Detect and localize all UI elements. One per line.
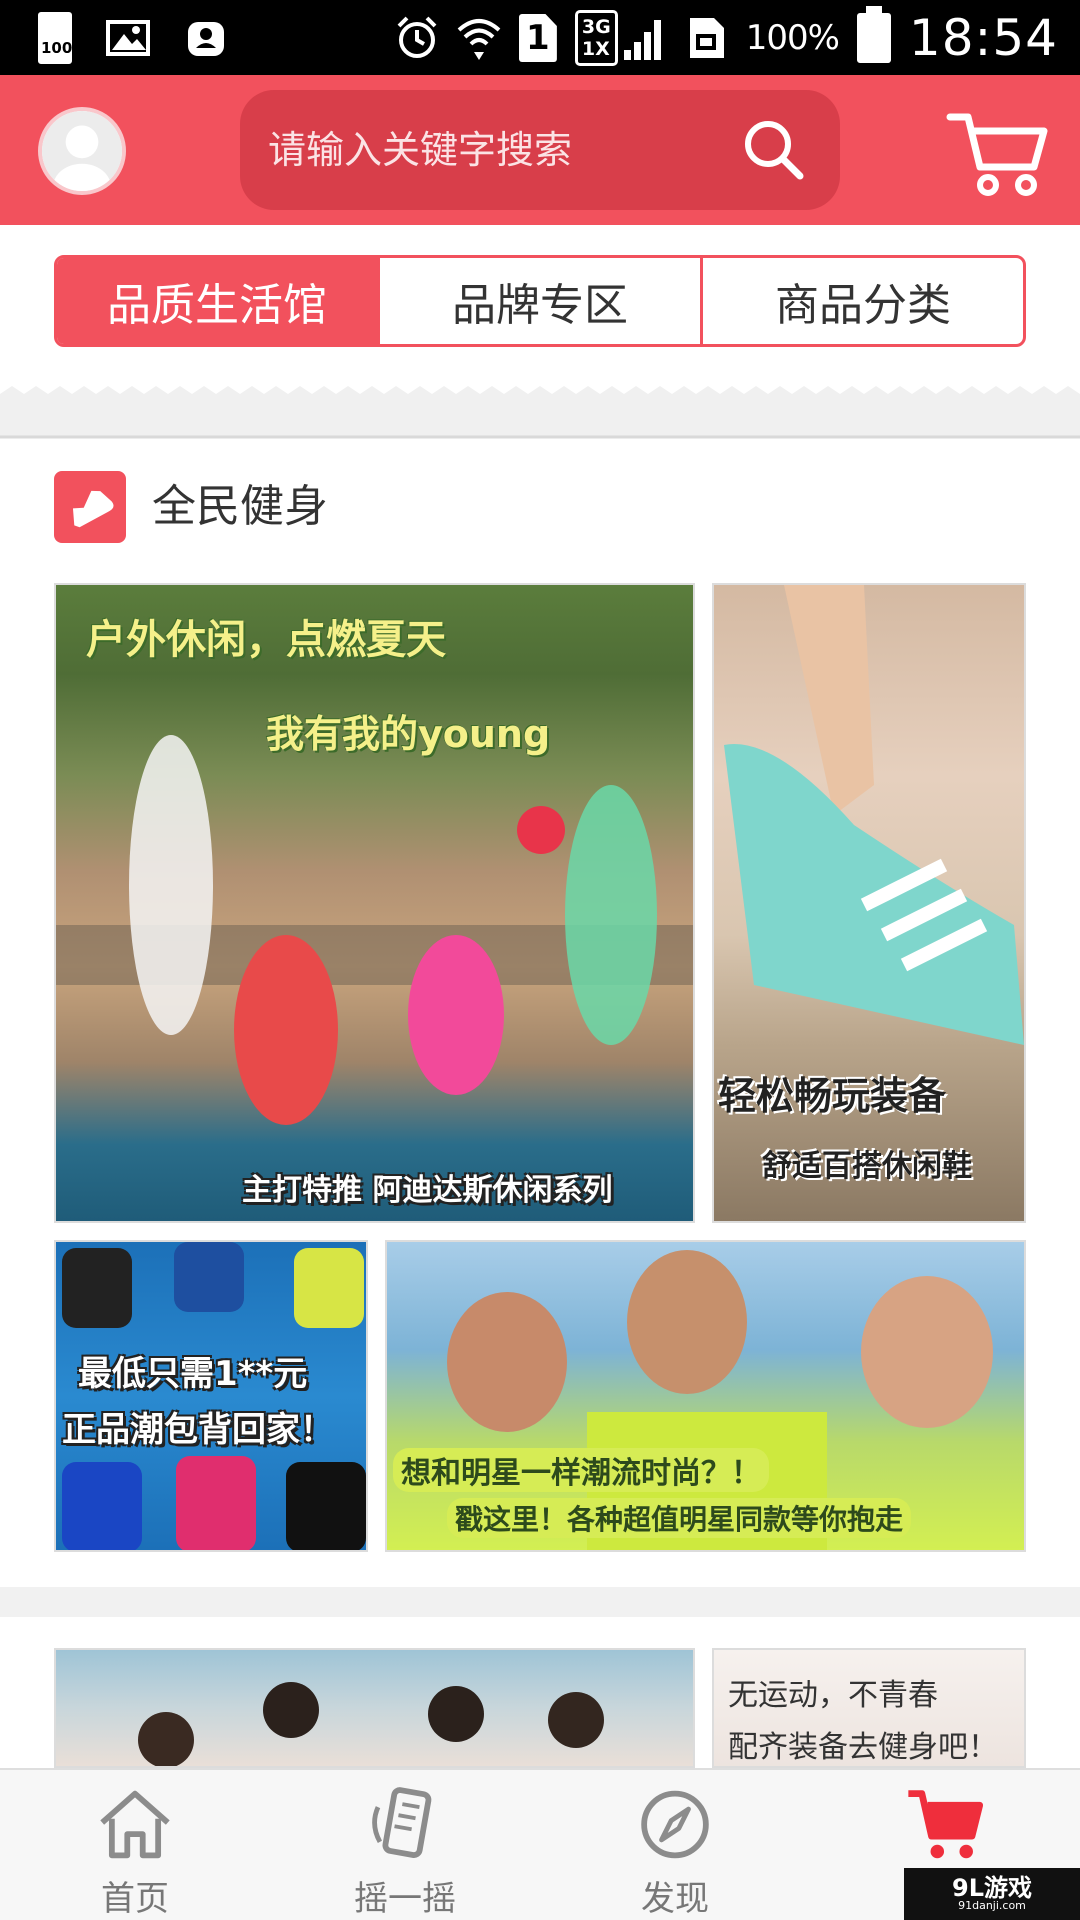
nav-item-home[interactable]: 首页	[0, 1770, 270, 1920]
home-icon	[100, 1790, 170, 1859]
zigzag-divider	[0, 380, 1080, 439]
nav-label: 摇一摇	[354, 1879, 456, 1919]
status-bar: 100 1 3G 1X 100% 18:54	[0, 0, 1080, 75]
site-watermark: 9L游戏 91danji.com	[904, 1868, 1080, 1920]
user-avatar[interactable]	[38, 107, 126, 195]
image-notification-icon	[106, 20, 150, 56]
nav-item-discover[interactable]: 发现	[540, 1770, 810, 1920]
wifi-icon	[457, 19, 501, 60]
promo-photo-backpacks	[62, 1242, 366, 1550]
nav-label: 首页	[101, 1879, 169, 1919]
watermark-url: 91danji.com	[958, 1899, 1026, 1912]
network-type-top: 3G	[581, 16, 611, 38]
promo-tile-fitness-slogan[interactable]: 无运动，不青春 配齐装备去健身吧！	[712, 1648, 1026, 1768]
search-icon[interactable]	[738, 114, 810, 186]
promo-caption-headline: 户外休闲，点燃夏天	[86, 617, 446, 663]
watermark-brand: 9L游戏	[952, 1874, 1032, 1902]
nav-item-shake[interactable]: 摇一摇	[270, 1770, 540, 1920]
promo-photo-fitness-group	[138, 1682, 604, 1766]
network-type-bottom: 1X	[581, 38, 610, 60]
app-notification-icon	[188, 22, 224, 56]
promo-tile-outdoor-leisure[interactable]: 户外休闲，点燃夏天 我有我的young 主打特推 阿迪达斯休闲系列	[54, 583, 695, 1223]
compass-icon	[641, 1790, 709, 1859]
tab-brand-zone[interactable]: 品牌专区	[377, 258, 700, 344]
user-silhouette-icon	[42, 111, 122, 191]
nav-label: 发现	[641, 1879, 709, 1919]
promo-tile-backpacks[interactable]: 最低只需1**元 正品潮包背回家！	[54, 1240, 368, 1552]
promo-caption-subline: 配齐装备去健身吧！	[728, 1730, 998, 1765]
promo-caption-headline: 无运动，不青春	[728, 1678, 938, 1713]
promo-caption-slogan: 我有我的young	[266, 712, 551, 756]
signal-strength-icon	[623, 20, 661, 60]
promo-tile-fitness-group[interactable]	[54, 1648, 695, 1768]
search-bar	[240, 90, 840, 210]
promo-caption-headline: 最低只需1**元	[78, 1354, 308, 1394]
network-type-indicator: 3G 1X	[574, 10, 618, 66]
category-tabs: 品质生活馆 品牌专区 商品分类	[54, 255, 1026, 347]
promo-tile-celebrity-style[interactable]: 想和明星一样潮流时尚？！ 戳这里！各种超值明星同款等你抱走	[385, 1240, 1026, 1552]
cart-icon	[908, 1790, 984, 1859]
sim-slot-icon: 1	[518, 14, 557, 62]
clock: 18:54	[908, 9, 1058, 67]
promo-caption-subline: 戳这里！各种超值明星同款等你抱走	[447, 1498, 912, 1538]
battery-notification-icon: 100	[38, 12, 72, 64]
battery-notification-label: 100	[41, 39, 73, 57]
promo-tile-casual-shoes[interactable]: 轻松畅玩装备 舒适百搭休闲鞋	[712, 583, 1026, 1223]
app-header	[0, 75, 1080, 225]
sim-card-icon	[689, 18, 724, 58]
section-separator	[0, 1587, 1080, 1617]
promo-caption-subline: 正品潮包背回家！	[62, 1410, 334, 1450]
promo-caption-headline: 轻松畅玩装备	[718, 1074, 947, 1118]
promo-caption-footer: 主打特推 阿迪达斯休闲系列	[242, 1173, 613, 1208]
search-input[interactable]	[268, 90, 728, 210]
promo-photo-group	[56, 735, 693, 1125]
shopping-cart-icon[interactable]	[944, 103, 1054, 203]
battery-icon	[856, 6, 891, 63]
alarm-icon	[397, 16, 437, 58]
sneaker-icon	[54, 471, 126, 543]
tab-product-categories[interactable]: 商品分类	[700, 258, 1023, 344]
shake-phone-icon	[372, 1787, 432, 1858]
promo-caption-subline: 舒适百搭休闲鞋	[762, 1149, 972, 1184]
section-title: 全民健身	[152, 481, 328, 532]
battery-percent: 100%	[745, 18, 840, 58]
promo-photo-shoe	[724, 585, 1024, 1045]
promo-caption-headline: 想和明星一样潮流时尚？！	[393, 1448, 769, 1492]
tab-quality-life[interactable]: 品质生活馆	[57, 258, 377, 344]
